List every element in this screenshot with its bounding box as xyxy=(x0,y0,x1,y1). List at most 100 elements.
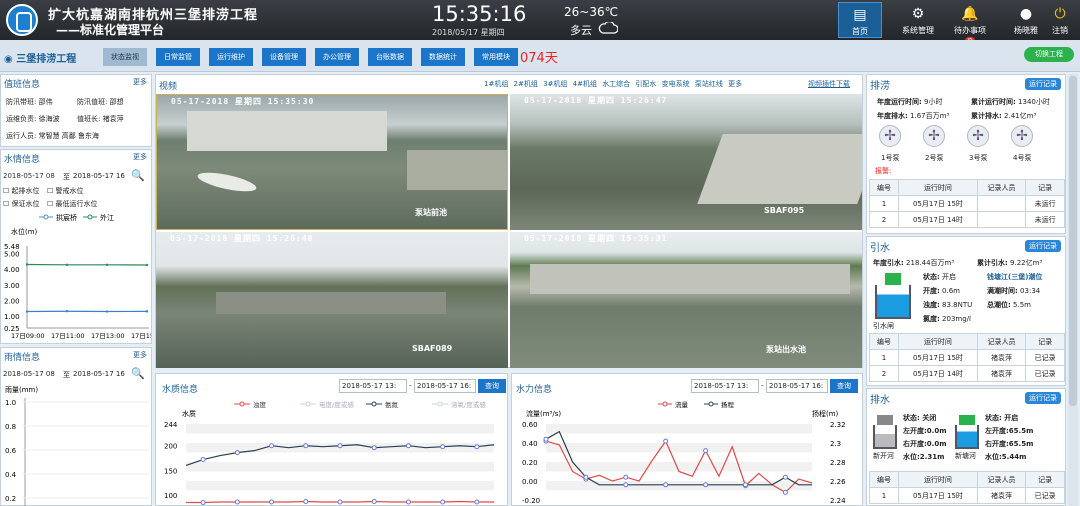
table-row[interactable]: 1 05月17日 15时 褚袁萍 已记录 xyxy=(868,349,1065,366)
temperature: 26~36℃ xyxy=(564,5,619,19)
plugin-download-link[interactable]: 视频插件下载 xyxy=(808,79,850,89)
hydro-query-button[interactable]: 查询 xyxy=(830,379,858,393)
feed-2-timestamp: 05-17-2018 星期四 15:26:47 xyxy=(524,96,668,105)
hydro-y2label: 扬程(m) xyxy=(812,409,839,418)
water-xtick: 17日11:00 xyxy=(51,332,85,340)
duty-more-link[interactable]: 更多 xyxy=(133,77,147,87)
nav-todo[interactable]: 🔔待办事项 0 xyxy=(948,2,992,45)
quality-title: 水质信息 xyxy=(162,385,199,395)
quality-legend-marker xyxy=(371,401,377,407)
outlet-title: 排水 xyxy=(870,395,890,406)
rain-panel: 雨情信息 更多 2018-05-17 08 至 2018-05-17 16 🔍 … xyxy=(0,347,152,506)
video-tab-2[interactable]: 3#机组 xyxy=(543,80,570,88)
video-feed-3[interactable]: 05-17-2018 星期四 15:26:48 SBAF089 xyxy=(156,232,508,368)
project-name[interactable]: ◉ 三堡排涝工程 xyxy=(4,50,76,65)
table-row[interactable]: 1 05月17日 15时 褚袁萍 已记录 xyxy=(868,487,1065,504)
water-more-link[interactable]: 更多 xyxy=(133,152,147,162)
intake-annual: 218.44百万m³ xyxy=(906,259,955,267)
video-tab-6[interactable]: 变电系统 xyxy=(662,80,692,88)
pump-1-icon[interactable]: ✢ xyxy=(879,125,901,147)
intake-status-label: 状态: xyxy=(923,273,940,281)
menu-daily[interactable]: 日常监管 xyxy=(156,48,200,66)
check-guarantee-level[interactable]: ☐ 保证水位 xyxy=(3,199,40,209)
table-row[interactable]: 2 05月17日 14时 褚袁萍 已记录 xyxy=(868,365,1065,382)
outlet-gate-2-icon[interactable] xyxy=(955,415,979,449)
hydro-point xyxy=(703,482,709,488)
menu-status[interactable]: 状态监视 xyxy=(103,48,147,66)
pump-4-icon[interactable]: ✢ xyxy=(1011,125,1033,147)
clock: 15:35:16 xyxy=(432,2,527,26)
water-point xyxy=(25,263,29,266)
check-min-label: 最低运行水位 xyxy=(55,200,98,208)
rain-search-icon[interactable]: 🔍 xyxy=(131,367,145,380)
video-tab-3[interactable]: 4#机组 xyxy=(573,80,600,88)
video-tab-5[interactable]: 引配水 xyxy=(635,80,658,88)
water-from[interactable]: 2018-05-17 08 xyxy=(3,172,55,180)
check-warning-level[interactable]: ☐ 警戒水位 xyxy=(47,186,84,196)
video-tab-8[interactable]: 更多 xyxy=(728,80,742,88)
quality-query-button[interactable]: 查询 xyxy=(478,379,506,393)
menu-ledger[interactable]: 台账数据 xyxy=(368,48,412,66)
pump-2-icon[interactable]: ✢ xyxy=(923,125,945,147)
rain-from[interactable]: 2018-05-17 08 xyxy=(3,370,55,378)
menu-common[interactable]: 常用模块 xyxy=(474,48,518,66)
quality-from-input[interactable]: 2018-05-17 13: xyxy=(339,379,407,393)
outlet-record-button[interactable]: 运行记录 xyxy=(1025,392,1061,404)
intake-title: 引水 xyxy=(870,243,890,254)
nav-logout[interactable]: ⏻ 注销 xyxy=(1040,2,1080,38)
video-tab-4[interactable]: 水工综合 xyxy=(602,80,632,88)
drain-record-button[interactable]: 运行记录 xyxy=(1025,78,1061,90)
duty-shift-lead: 值班长: 褚袁萍 xyxy=(77,115,124,123)
hydro-point xyxy=(623,474,629,480)
intake-river-link[interactable]: 钱塘江(三堡)潮位 xyxy=(987,272,1042,282)
hydro-legend-marker xyxy=(708,401,714,407)
legend-outer-label: 外江 xyxy=(100,213,114,222)
scrollbar[interactable] xyxy=(1068,74,1078,506)
water-point xyxy=(145,263,149,267)
project-label: 三堡排涝工程 xyxy=(16,54,77,65)
quality-point xyxy=(405,443,411,449)
video-tab-0[interactable]: 1#机组 xyxy=(484,80,511,88)
water-to[interactable]: 2018-05-17 16 xyxy=(73,172,125,180)
intake-record-button[interactable]: 运行记录 xyxy=(1025,240,1061,252)
water-point xyxy=(65,263,69,267)
outlet-gate-wall xyxy=(530,264,850,294)
outlet-gate-2-level: 水位:5.44m xyxy=(985,453,1027,461)
col-recorder: 记录人员 xyxy=(976,333,1027,350)
rain-to[interactable]: 2018-05-17 16 xyxy=(73,370,125,378)
menu-office[interactable]: 办公管理 xyxy=(315,48,359,66)
pump-3-icon[interactable]: ✢ xyxy=(967,125,989,147)
hydro-point xyxy=(543,436,549,442)
hydro-from-input[interactable]: 2018-05-17 13: xyxy=(691,379,759,393)
quality-to-input[interactable]: 2018-05-17 16: xyxy=(414,379,476,393)
water-point xyxy=(105,263,109,267)
menu-equipment[interactable]: 设备管理 xyxy=(262,48,306,66)
check-start-level[interactable]: ☐ 起排水位 xyxy=(3,186,40,196)
video-feed-2[interactable]: 05-17-2018 星期四 15:26:47 SBAF095 xyxy=(510,94,862,230)
menu-maintenance[interactable]: 运行维护 xyxy=(209,48,253,66)
check-min-level[interactable]: ☐ 最低运行水位 xyxy=(47,199,98,209)
intake-gate-icon[interactable] xyxy=(875,273,911,319)
switch-project-button[interactable]: 切换工程 xyxy=(1024,47,1074,62)
col-record: 记录 xyxy=(1025,179,1065,196)
scrollbar-thumb[interactable] xyxy=(1069,76,1077,406)
video-feed-4[interactable]: 05-17-2018 星期四 15:35:31 泵站出水池 xyxy=(510,232,862,368)
rain-more-link[interactable]: 更多 xyxy=(133,350,147,360)
menu-stats[interactable]: 数据统计 xyxy=(421,48,465,66)
search-icon[interactable]: 🔍 xyxy=(131,169,145,182)
hydro-to-input[interactable]: 2018-05-17 16: xyxy=(766,379,828,393)
rain-to-label: 至 xyxy=(63,371,70,379)
video-tab-1[interactable]: 2#机组 xyxy=(514,80,541,88)
water-ytick: 5.00 xyxy=(4,251,20,259)
table-row[interactable]: 1 05月17日 15时 未运行 xyxy=(868,195,1065,212)
quality-point xyxy=(337,443,343,449)
video-tab-7[interactable]: 泵站红线 xyxy=(695,80,725,88)
check-start-label: 起排水位 xyxy=(11,187,40,195)
hydro-point xyxy=(583,474,589,480)
video-feed-1[interactable]: 05-17-2018 星期四 15:35:30 泵站前池 xyxy=(156,94,508,230)
nav-home[interactable]: ▤ 首页 xyxy=(838,2,882,38)
intake-level: 5.5m xyxy=(1013,301,1031,309)
nav-system[interactable]: ⚙ 系统管理 xyxy=(896,2,940,38)
table-row[interactable]: 2 05月17日 14时 未运行 xyxy=(868,211,1065,228)
outlet-gate-1-icon[interactable] xyxy=(873,415,897,449)
